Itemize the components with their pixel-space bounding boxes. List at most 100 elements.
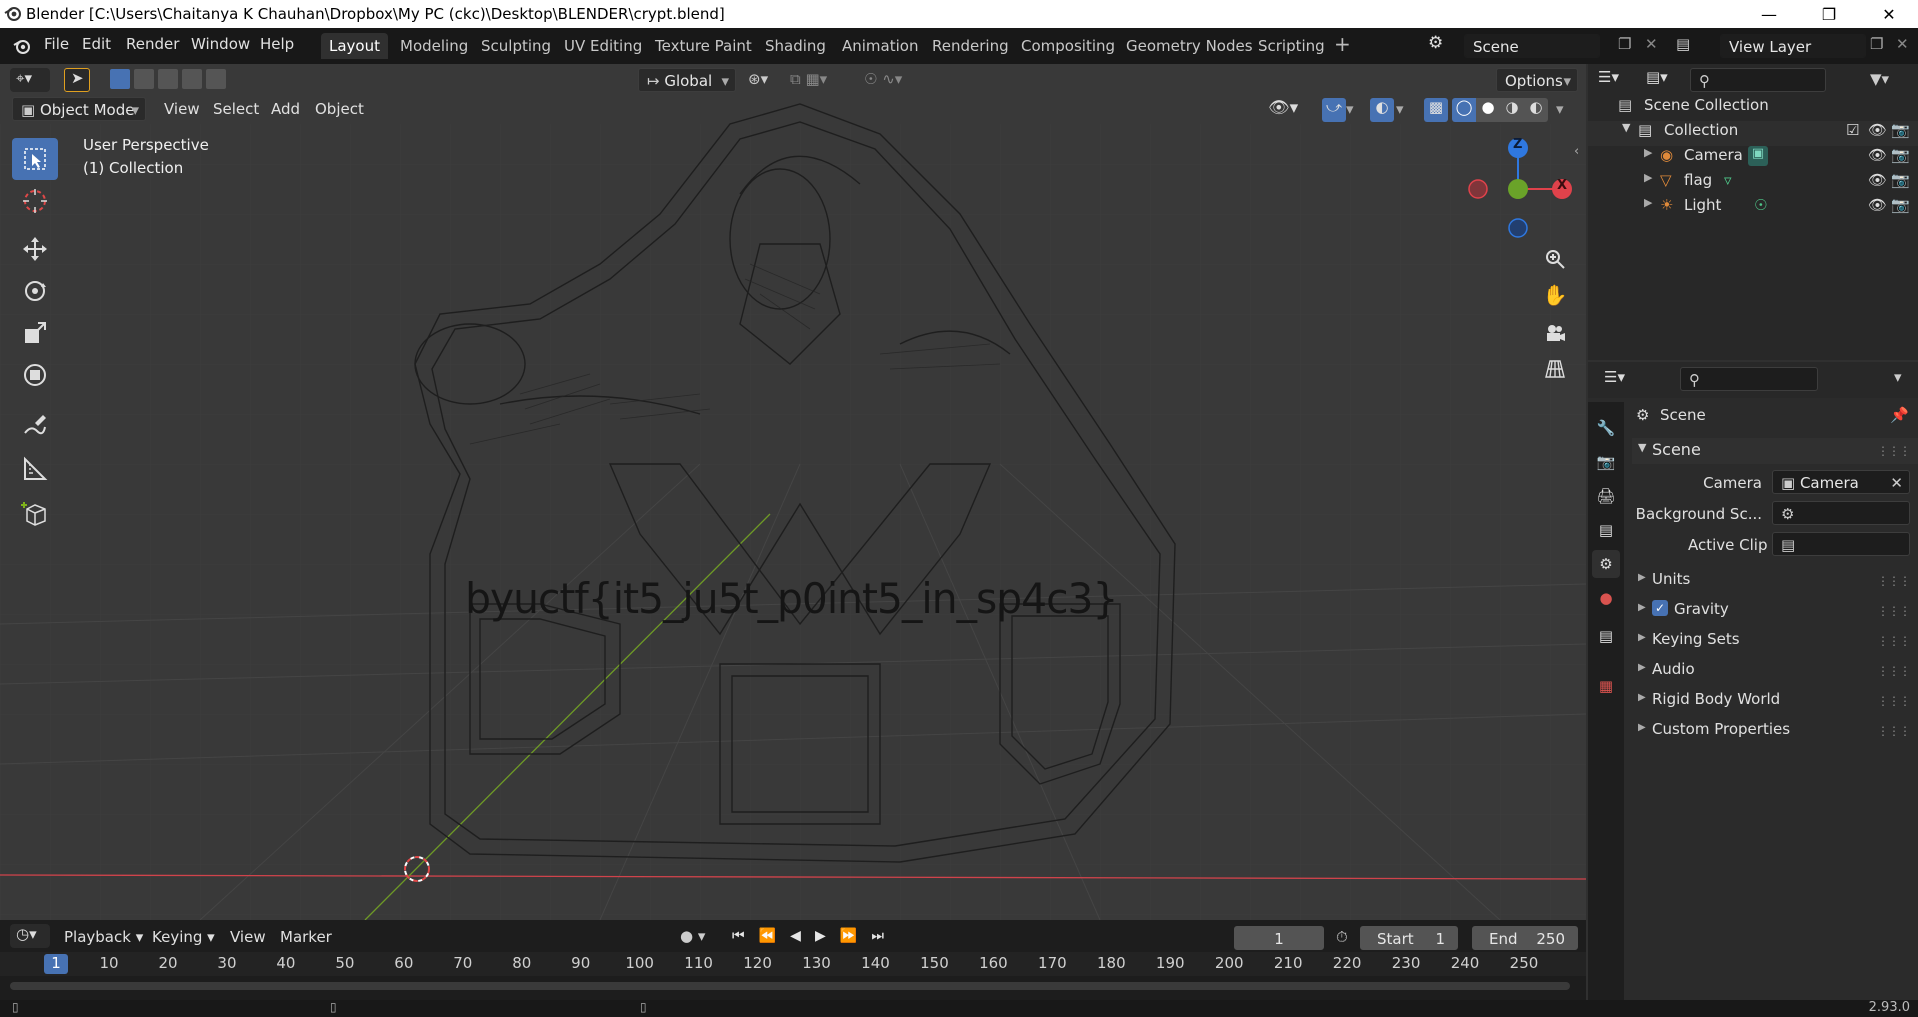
play-reverse-icon[interactable]: ◀	[790, 928, 801, 944]
view-layer-tab-icon[interactable]: ▤	[1592, 516, 1620, 544]
visibility-icon[interactable]: 👁▾	[1268, 98, 1298, 118]
render-camera-icon[interactable]: 📷	[1891, 121, 1910, 139]
scene-tab-icon[interactable]: ⚙	[1592, 550, 1620, 578]
menu-edit[interactable]: Edit	[82, 35, 111, 53]
menu-help[interactable]: Help	[260, 35, 294, 53]
pan-hand-icon[interactable]: ✋	[1540, 280, 1570, 310]
minimize-button[interactable]: —	[1746, 0, 1792, 28]
view-layer-field[interactable]: View Layer	[1720, 34, 1866, 58]
clear-camera-icon[interactable]: ✕	[1890, 471, 1903, 493]
proportional-editing-icon[interactable]: ☉ ∿▾	[864, 70, 902, 88]
menu-file[interactable]: File	[44, 35, 69, 53]
menu-window[interactable]: Window	[191, 35, 250, 53]
background-scene-field[interactable]: ⚙	[1772, 501, 1910, 525]
units-panel-header[interactable]: ▶ Units ⋮⋮⋮	[1632, 568, 1918, 594]
timeline-menu-keying[interactable]: Keying ▾	[152, 928, 215, 946]
options-dropdown[interactable]: Options ▾	[1496, 68, 1578, 92]
cursor-tool[interactable]	[12, 180, 58, 222]
audio-panel-header[interactable]: ▶ Audio ⋮⋮⋮	[1632, 658, 1918, 684]
add-cube-tool[interactable]	[12, 492, 58, 534]
outliner-item-flag[interactable]: ▶ ▽ flag ▿ 👁 📷	[1588, 171, 1918, 196]
output-tab-icon[interactable]: 🖨	[1592, 482, 1620, 510]
camera-data-icon[interactable]: ▣	[1748, 146, 1768, 166]
timeline-scrollbar[interactable]	[10, 982, 1570, 990]
3d-viewport[interactable]: byuctf{it5_ju5t_p0int5_in_sp4c3} Z X ⌖▾ …	[0, 64, 1586, 920]
expand-arrow-icon[interactable]: ▼	[1622, 121, 1630, 134]
timeline-editor-type-button[interactable]: ◷▾	[10, 924, 50, 948]
start-frame-field[interactable]: Start 1	[1360, 926, 1458, 950]
scene-selector-icon[interactable]: ⚙	[1428, 33, 1443, 53]
shading-dropdown-icon[interactable]: ▾	[1556, 100, 1564, 118]
outliner-editor[interactable]: ☰▾ ▤▾ ⚲ ▼▾ ▤ Scene Collection ▼ ▤ Collec…	[1588, 64, 1918, 360]
tab-texture-paint[interactable]: Texture Paint	[647, 33, 760, 59]
sidebar-toggle-icon[interactable]: ‹	[1574, 144, 1579, 159]
select-box-tool[interactable]	[12, 138, 58, 180]
scene-field[interactable]: Scene	[1464, 34, 1600, 58]
eye-icon[interactable]: 👁	[1868, 196, 1887, 214]
select-subtract-icon[interactable]	[158, 69, 178, 89]
camera-view-icon[interactable]	[1540, 318, 1570, 348]
new-scene-icon[interactable]: ❐	[1618, 35, 1631, 53]
tab-geometry-nodes[interactable]: Geometry Nodes	[1118, 33, 1261, 59]
end-frame-field[interactable]: End 250	[1472, 926, 1578, 950]
properties-editor[interactable]: ☰▾ ⚲ ▾ 🔧 📷 🖨 ▤ ⚙ ● ▤ ▦ ⚙ Scene 📌 ▼ Scene…	[1588, 362, 1918, 1002]
keying-sets-panel-header[interactable]: ▶ Keying Sets ⋮⋮⋮	[1632, 628, 1918, 654]
select-invert-icon[interactable]	[182, 69, 202, 89]
timeline-menu-view[interactable]: View	[230, 928, 266, 946]
tab-shading[interactable]: Shading	[757, 33, 834, 59]
drag-handle-icon[interactable]: ⋮⋮⋮	[1877, 604, 1911, 618]
world-tab-icon[interactable]: ●	[1592, 584, 1620, 612]
delete-scene-icon[interactable]: ✕	[1645, 35, 1658, 53]
drag-handle-icon[interactable]: ⋮⋮⋮	[1877, 634, 1911, 648]
eye-icon[interactable]: 👁	[1868, 171, 1887, 189]
play-icon[interactable]: ▶	[815, 928, 826, 944]
timeline-menu-playback[interactable]: Playback ▾	[64, 928, 143, 946]
xray-toggle-icon[interactable]: ▩	[1424, 98, 1448, 122]
prev-keyframe-icon[interactable]: ⏪	[759, 928, 776, 944]
auto-keying-icon[interactable]: ● ▾	[680, 927, 705, 945]
overlays-toggle-icon[interactable]: ◐	[1370, 98, 1394, 122]
pin-icon[interactable]: 📌	[1890, 406, 1909, 424]
pivot-point-icon[interactable]: ⊛▾	[748, 70, 768, 88]
maximize-button[interactable]: ❐	[1806, 0, 1852, 28]
drag-handle-icon[interactable]: ⋮⋮⋮	[1877, 694, 1911, 708]
eye-icon[interactable]: 👁	[1868, 146, 1887, 164]
custom-properties-panel-header[interactable]: ▶ Custom Properties ⋮⋮⋮	[1632, 718, 1918, 744]
outliner-search-input[interactable]: ⚲	[1690, 68, 1826, 92]
display-mode-icon[interactable]: ▤▾	[1646, 68, 1682, 92]
mesh-data-icon[interactable]: ▿	[1724, 171, 1732, 189]
current-frame-field[interactable]: 1	[1234, 926, 1324, 950]
zoom-icon[interactable]	[1540, 244, 1570, 274]
selection-mode-buttons[interactable]	[110, 69, 232, 91]
snap-icon[interactable]: ⧉ ▦▾	[790, 70, 827, 88]
texture-tab-icon[interactable]: ▦	[1592, 672, 1620, 700]
render-camera-icon[interactable]: 📷	[1891, 196, 1910, 214]
tab-uv-editing[interactable]: UV Editing	[556, 33, 650, 59]
expand-arrow-icon[interactable]: ▶	[1644, 171, 1652, 184]
drag-handle-icon[interactable]: ⋮⋮⋮	[1877, 664, 1911, 678]
jump-end-icon[interactable]: ⏭	[871, 928, 884, 944]
rotate-tool[interactable]	[12, 270, 58, 312]
gravity-panel-header[interactable]: ▶ ✓ Gravity ⋮⋮⋮	[1632, 598, 1918, 624]
exclude-checkbox[interactable]: ☑	[1846, 121, 1859, 139]
expand-arrow-icon[interactable]: ▶	[1644, 196, 1652, 209]
scale-tool[interactable]	[12, 312, 58, 354]
camera-property-field[interactable]: ▣ Camera ✕	[1772, 470, 1910, 494]
outliner-item-camera[interactable]: ▶ ◉ Camera ▣ 👁 📷	[1588, 146, 1918, 171]
tab-layout[interactable]: Layout	[321, 33, 388, 59]
shading-mode-buttons[interactable]: ◯ ● ◑ ◐	[1452, 98, 1548, 122]
collection-tab-icon[interactable]: ▤	[1592, 622, 1620, 650]
timeline-menu-marker[interactable]: Marker	[280, 928, 332, 946]
gizmo-dropdown-icon[interactable]: ▾	[1346, 100, 1354, 118]
outliner-item-light[interactable]: ▶ ☀ Light ☉ 👁 📷	[1588, 196, 1918, 221]
viewport-menu-add[interactable]: Add	[271, 100, 300, 118]
delete-view-layer-icon[interactable]: ✕	[1896, 35, 1909, 53]
properties-options-icon[interactable]: ▾	[1894, 368, 1902, 386]
select-intersect-icon[interactable]	[206, 69, 226, 89]
outliner-collection[interactable]: ▼ ▤ Collection ☑ 👁 📷	[1588, 121, 1918, 146]
viewport-menu-select[interactable]: Select	[213, 100, 259, 118]
perspective-toggle-icon[interactable]	[1540, 354, 1570, 384]
overlays-dropdown-icon[interactable]: ▾	[1396, 100, 1404, 118]
select-extend-icon[interactable]	[134, 69, 154, 89]
outliner-scene-collection[interactable]: ▤ Scene Collection	[1588, 96, 1918, 121]
